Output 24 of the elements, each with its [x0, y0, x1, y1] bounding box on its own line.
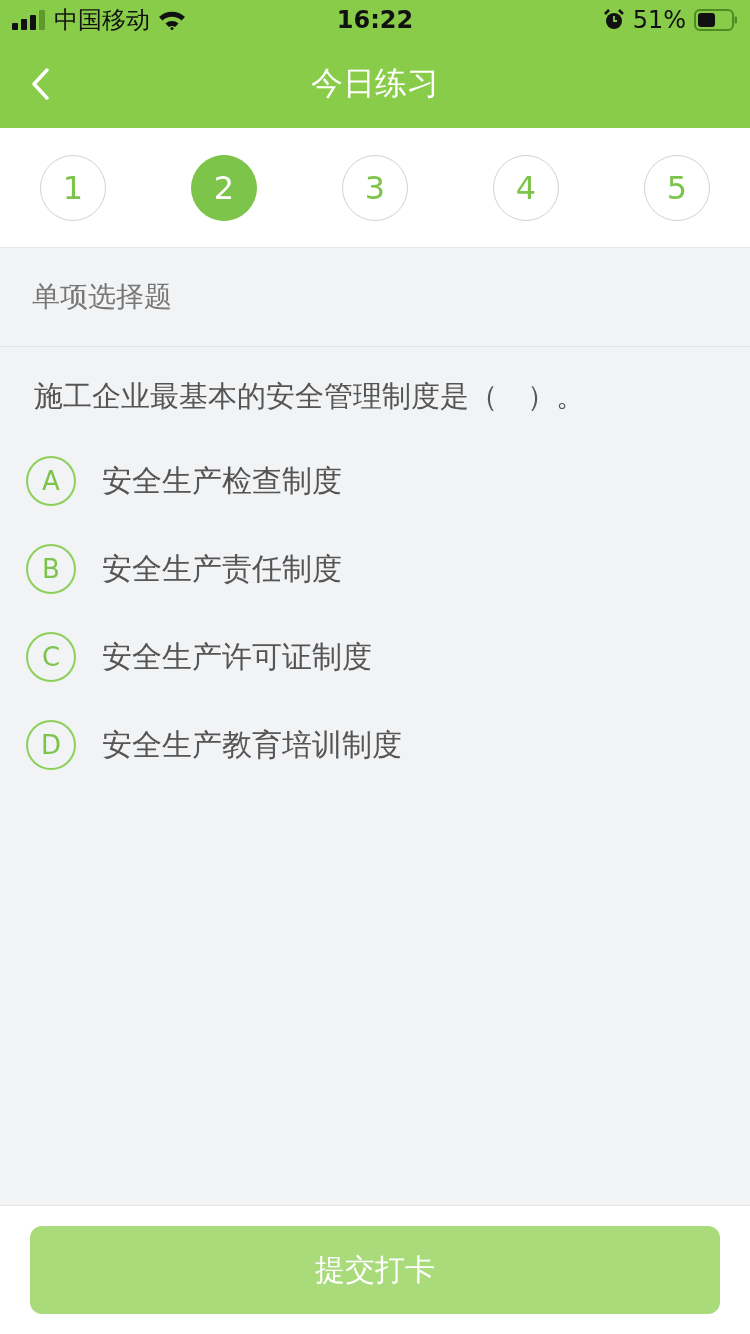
question-number[interactable]: 2 [191, 154, 257, 221]
back-icon [30, 67, 50, 101]
carrier-name: 中国移动 [54, 5, 150, 36]
battery-icon [694, 9, 738, 31]
wifi-icon [158, 10, 186, 30]
option-letter[interactable]: A [26, 456, 76, 506]
signal-icon [12, 10, 46, 30]
option-text[interactable]: 安全生产责任制度 [102, 548, 342, 590]
option-text[interactable]: 安全生产教育培训制度 [102, 724, 402, 766]
option-letter[interactable]: C [26, 632, 76, 682]
section-title: 单项选择题 [32, 279, 172, 315]
question-number[interactable]: 5 [644, 154, 710, 221]
option-text[interactable]: 安全生产检查制度 [102, 460, 342, 502]
battery-percent: 51% [632, 6, 686, 34]
question-text: 施工企业最基本的安全管理制度是（ ）。 [34, 378, 586, 415]
status-time: 16:22 [335, 6, 415, 34]
page-title: 今日练习 [310, 63, 440, 104]
option-letter[interactable]: D [26, 720, 76, 770]
alarm-clock-icon [602, 9, 625, 31]
option-text[interactable]: 安全生产许可证制度 [102, 636, 372, 678]
question-number[interactable]: 4 [493, 154, 559, 221]
option-letter[interactable]: B [26, 544, 76, 594]
question-number[interactable]: 1 [40, 154, 106, 221]
question-number[interactable]: 3 [342, 154, 408, 221]
